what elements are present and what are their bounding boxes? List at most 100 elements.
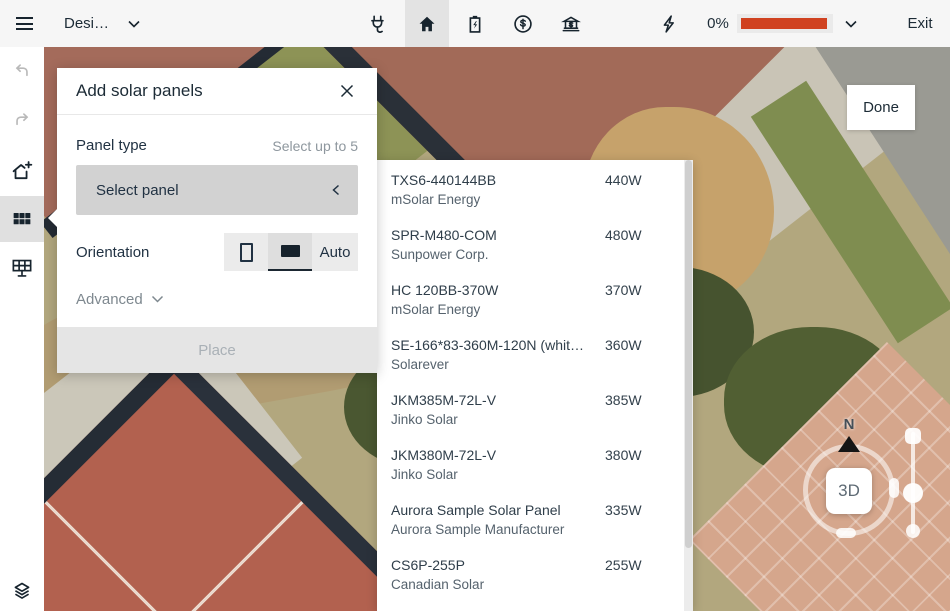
design-mode-dropdown[interactable]: Desi…	[64, 0, 141, 47]
dollar-circle-icon	[512, 13, 534, 35]
chevron-left-icon	[330, 183, 342, 197]
panel-name: SPR-M480-COM	[391, 226, 596, 245]
exit-button[interactable]: Exit	[897, 0, 943, 47]
orientation-label: Orientation	[76, 244, 149, 261]
panels-grid-icon	[11, 208, 33, 230]
panel-wattage: 385W	[605, 391, 642, 410]
panel-manufacturer: Jinko Solar	[391, 411, 603, 429]
chevron-down-icon	[151, 295, 164, 304]
panel-manufacturer: mSolar Energy	[391, 191, 603, 209]
house-plus-icon	[10, 159, 34, 183]
stringing-tool-button[interactable]	[356, 0, 400, 47]
add-panels-button[interactable]	[0, 196, 44, 242]
panel-name: HC 120BB-370W	[391, 281, 596, 300]
panel-list-item[interactable]: JKM385M-72L-V Jinko Solar 385W	[377, 390, 693, 445]
panel-stand-icon	[10, 256, 34, 280]
panel-manufacturer: Canadian Solar	[391, 576, 603, 594]
simulate-button[interactable]	[647, 0, 691, 47]
orientation-row: Orientation Auto	[76, 233, 358, 271]
view-3d-button[interactable]: 3D	[826, 468, 872, 514]
top-toolbar: Desi…	[0, 0, 950, 47]
panel-name: CS6P-255P	[391, 556, 596, 575]
compass-tick	[889, 478, 899, 498]
modal-header: Add solar panels	[57, 68, 377, 115]
ground-mount-button[interactable]	[0, 245, 44, 291]
left-sidebar	[0, 47, 44, 611]
modal-title: Add solar panels	[76, 81, 203, 101]
modal-anchor-arrow	[48, 209, 57, 227]
panel-manufacturer: Sunpower Corp.	[391, 246, 603, 264]
close-icon	[339, 83, 355, 99]
compass-needle-icon	[838, 436, 860, 452]
compass-tick	[836, 528, 856, 538]
panel-list-item[interactable]: Aurora Sample Solar Panel Aurora Sample …	[377, 500, 693, 555]
undo-icon	[11, 61, 33, 83]
plug-icon	[367, 13, 389, 35]
orientation-auto-button[interactable]: Auto	[312, 233, 358, 271]
panel-wattage: 360W	[605, 336, 642, 355]
storage-button[interactable]	[453, 0, 497, 47]
select-panel-dropdown[interactable]: Select panel	[76, 165, 358, 215]
advanced-toggle[interactable]: Advanced	[76, 291, 164, 308]
lightning-icon	[658, 13, 680, 35]
menu-button[interactable]	[8, 0, 40, 47]
panel-list-item[interactable]: TXS6-440144BB mSolar Energy 440W	[377, 170, 693, 225]
app: Done N 3D Desi…	[0, 0, 950, 611]
zoom-slider-bottom-dot	[906, 524, 920, 538]
panel-wattage: 335W	[605, 501, 642, 520]
panel-list-item[interactable]: SE-166*83-360M-120N (whit… Solarever 360…	[377, 335, 693, 390]
panel-wattage: 255W	[605, 556, 642, 575]
hamburger-icon	[16, 17, 33, 30]
panel-list-item[interactable]: SPR-M480-COM Sunpower Corp. 480W	[377, 225, 693, 280]
orientation-landscape-button[interactable]	[268, 233, 312, 271]
panel-name: JKM380M-72L-V	[391, 446, 596, 465]
progress-bar-fill	[741, 18, 827, 29]
orientation-toggle-group: Auto	[224, 233, 358, 271]
panel-type-label: Panel type	[76, 137, 147, 154]
panel-list-item[interactable]: JKM380M-72L-V Jinko Solar 380W	[377, 445, 693, 500]
progress-percent: 0%	[700, 0, 736, 47]
landscape-icon	[281, 245, 300, 257]
undo-button[interactable]	[0, 49, 44, 95]
panel-manufacturer: Solarever	[391, 356, 603, 374]
financing-button[interactable]	[549, 0, 593, 47]
chevron-down-icon	[127, 19, 141, 29]
home-icon	[416, 13, 438, 35]
panel-type-dropdown-list: TXS6-440144BB mSolar Energy 440W SPR-M48…	[377, 160, 693, 611]
portrait-icon	[240, 243, 253, 262]
bank-icon	[560, 13, 582, 35]
panel-list-item[interactable]: CS6P-255P Canadian Solar 255W	[377, 555, 693, 610]
panel-wattage: 480W	[605, 226, 642, 245]
orientation-portrait-button[interactable]	[224, 233, 268, 271]
compass-north-label: N	[840, 416, 858, 433]
battery-icon	[464, 13, 486, 35]
advanced-label: Advanced	[76, 291, 143, 308]
panel-type-row: Panel type Select up to 5	[76, 137, 358, 154]
pricing-button[interactable]	[501, 0, 545, 47]
design-home-button[interactable]	[405, 0, 449, 47]
selection-limit-hint: Select up to 5	[272, 138, 358, 154]
panel-wattage: 440W	[605, 171, 642, 190]
place-button[interactable]: Place	[57, 327, 377, 373]
redo-button[interactable]	[0, 98, 44, 144]
panel-name: Aurora Sample Solar Panel	[391, 501, 596, 520]
progress-bar[interactable]	[737, 14, 833, 33]
done-button[interactable]: Done	[847, 85, 915, 130]
panel-name: TXS6-440144BB	[391, 171, 596, 190]
zoom-slider-handle[interactable]	[903, 483, 923, 503]
panel-wattage: 370W	[605, 281, 642, 300]
panel-manufacturer: Jinko Solar	[391, 466, 603, 484]
panel-wattage: 380W	[605, 446, 642, 465]
redo-icon	[11, 110, 33, 132]
progress-dropdown-button[interactable]	[839, 0, 863, 47]
panel-manufacturer: Aurora Sample Manufacturer	[391, 521, 603, 539]
panel-name: JKM385M-72L-V	[391, 391, 596, 410]
zoom-slider-top-cap	[905, 428, 921, 444]
add-structure-button[interactable]	[0, 148, 44, 194]
panel-manufacturer: mSolar Energy	[391, 301, 603, 319]
layers-button[interactable]	[0, 568, 44, 611]
panel-list-item[interactable]: HC 120BB-370W mSolar Energy 370W	[377, 280, 693, 335]
select-panel-label: Select panel	[96, 182, 179, 199]
close-button[interactable]	[333, 77, 361, 105]
layers-icon	[11, 580, 33, 602]
